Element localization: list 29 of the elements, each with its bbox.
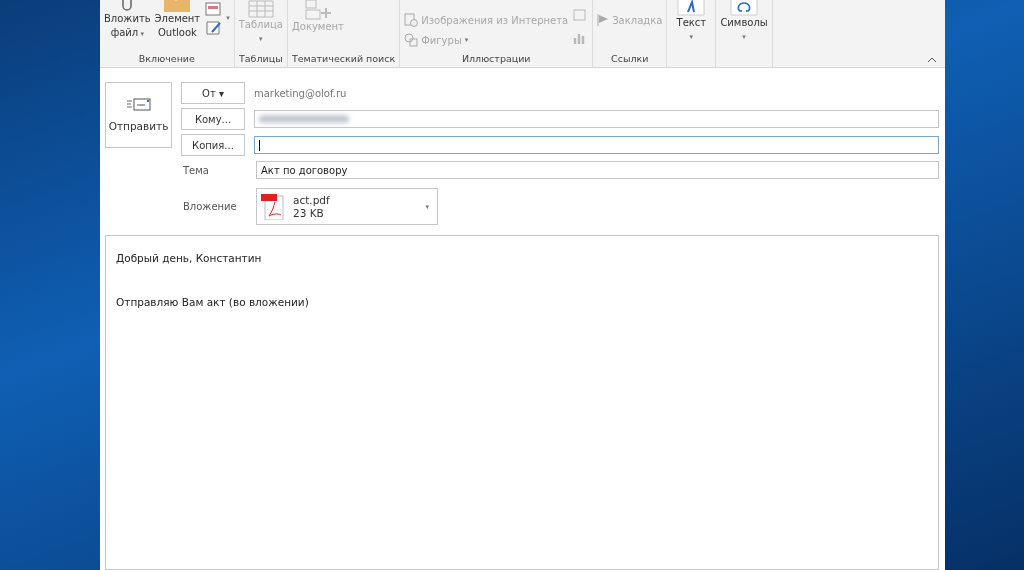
body-paragraph: Отправляю Вам акт (во вложении) [116,296,310,308]
group-label: Тематический поиск [291,53,396,66]
attachment-name: act.pdf [293,193,331,207]
shapes-icon [404,33,419,47]
send-button[interactable]: Отправить [105,82,172,148]
from-button[interactable]: От ▾ [181,82,245,104]
subject-field[interactable]: Акт по договору [256,161,939,179]
group-label: Иллюстрации [460,53,532,66]
group-label: Включение [137,53,196,66]
cc-field[interactable] [254,136,939,154]
attachment-label: Вложение [182,201,238,212]
body-paragraph: Добрый день, Константин [116,252,263,264]
picture-globe-icon [404,13,419,27]
subject-label: Тема [182,164,210,176]
collapse-ribbon-icon[interactable] [927,57,937,63]
table-icon [247,0,274,18]
message-body[interactable]: Добрый день, Константин Отправляю Вам акт (во вложении) [105,235,939,570]
group-label: Таблицы [238,53,283,66]
to-button[interactable]: Кому... [181,108,245,130]
to-field[interactable] [254,110,939,128]
group-label: Ссылки [610,53,650,66]
flag-icon [597,14,610,26]
cc-button[interactable]: Копия... [181,134,245,156]
from-address: marketing@olof.ru [254,87,347,99]
send-envelope-icon [126,98,151,112]
document-add-icon [303,0,332,20]
pdf-icon [261,193,285,220]
attachment-size: 23 KB [293,206,325,220]
ribbon-button[interactable]: Элемент Outlook [154,0,201,40]
